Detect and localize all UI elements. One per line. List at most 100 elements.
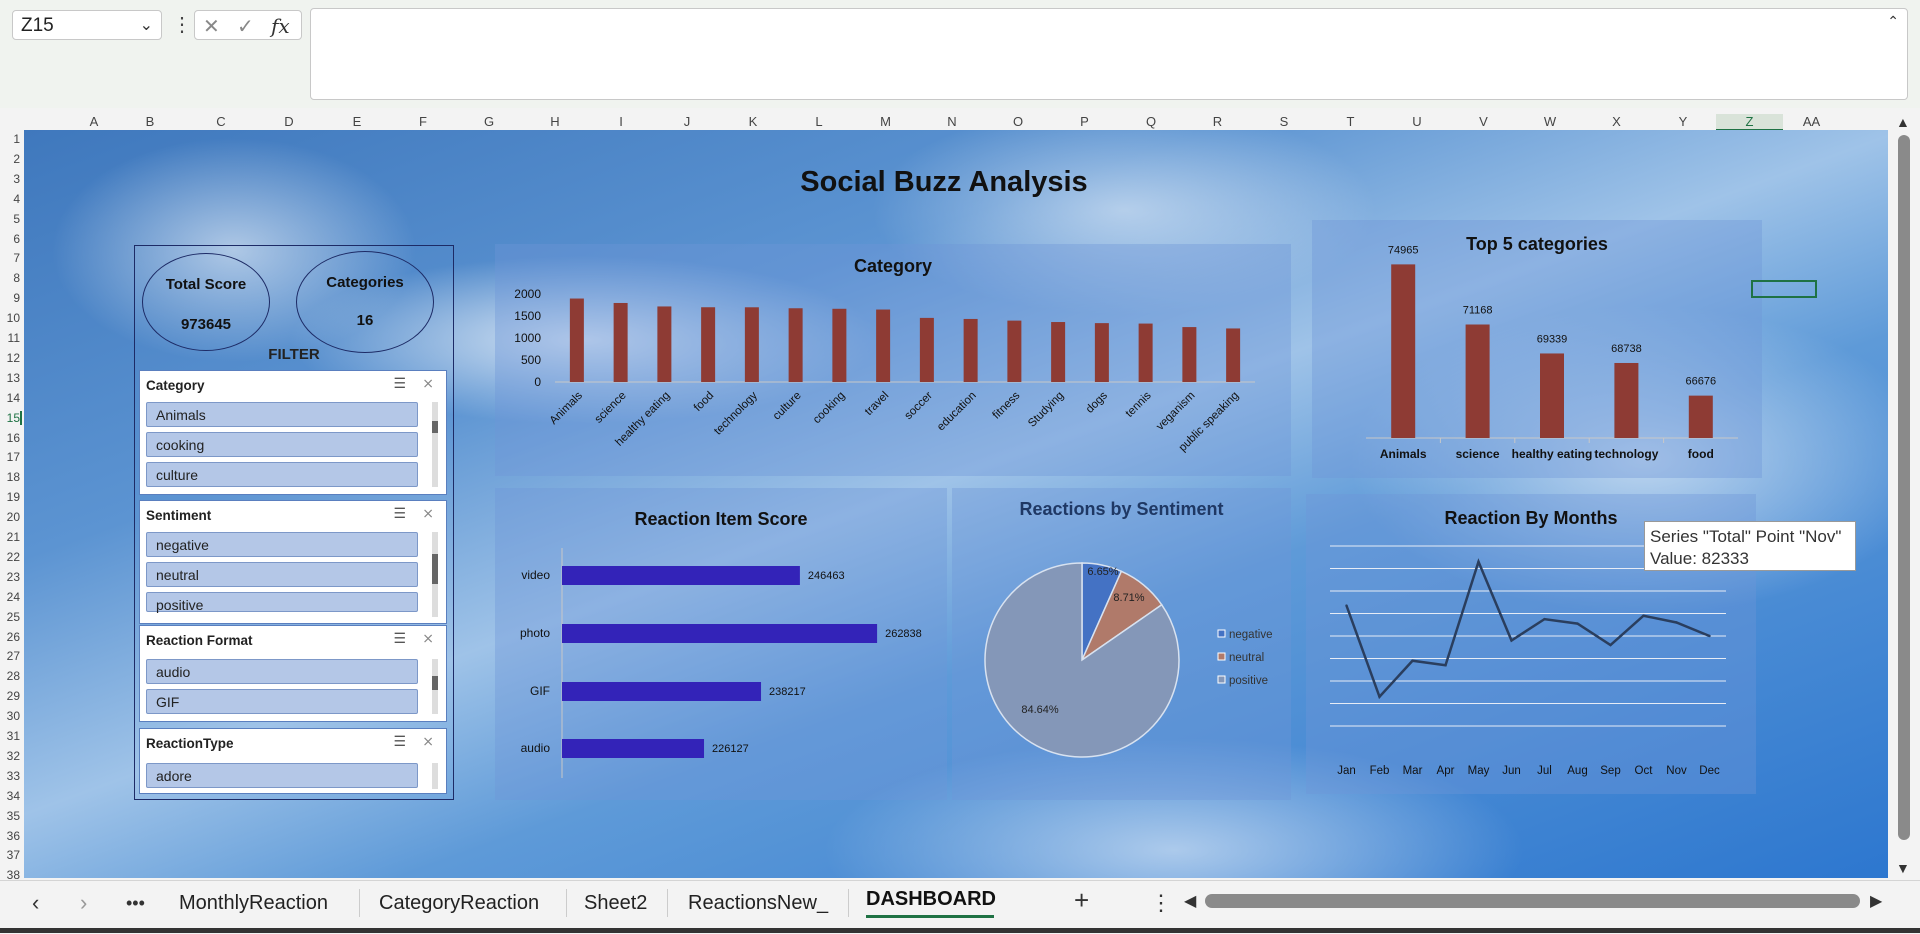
tab-reactions-new[interactable]: ReactionsNew_ [688, 892, 828, 915]
row-header[interactable]: 23 [0, 570, 20, 584]
row-header[interactable]: 18 [0, 470, 20, 484]
sentiment-chart-panel[interactable]: Reactions by Sentiment 6.65% negative 8.71… [952, 488, 1291, 800]
column-header[interactable]: R [1184, 114, 1251, 129]
row-header[interactable]: 7 [0, 251, 20, 265]
category-chart-panel[interactable]: Category 0 500 1000 1500 2000 Animals science h… [495, 244, 1291, 476]
slicer-item[interactable]: negative [146, 532, 418, 557]
row-header[interactable]: 36 [0, 829, 20, 843]
column-header[interactable]: AA [1783, 114, 1840, 129]
column-header[interactable]: W [1517, 114, 1583, 129]
formula-input[interactable]: ⌃ [310, 8, 1908, 100]
column-header[interactable]: C [188, 114, 254, 129]
column-header[interactable]: O [985, 114, 1051, 129]
chevron-right-icon[interactable]: › [80, 890, 87, 916]
row-header[interactable]: 34 [0, 789, 20, 803]
multi-select-icon[interactable]: ☰ [393, 375, 406, 392]
insert-function-icon[interactable]: fx [271, 14, 290, 38]
column-header[interactable]: D [256, 114, 322, 129]
column-header[interactable]: V [1450, 114, 1517, 129]
column-header[interactable]: H [522, 114, 588, 129]
row-header[interactable]: 28 [0, 669, 20, 683]
tab-sheet2[interactable]: Sheet2 [584, 892, 647, 915]
column-header[interactable]: S [1251, 114, 1317, 129]
row-header[interactable]: 27 [0, 649, 20, 663]
row-header[interactable]: 14 [0, 391, 20, 405]
column-header[interactable]: P [1051, 114, 1118, 129]
clear-filter-icon[interactable]: ⨯ [422, 505, 434, 522]
row-header[interactable]: 17 [0, 450, 20, 464]
row-header[interactable]: 35 [0, 809, 20, 823]
row-header[interactable]: 12 [0, 351, 20, 365]
row-header[interactable]: 37 [0, 848, 20, 862]
multi-select-icon[interactable]: ☰ [393, 733, 406, 750]
row-header[interactable]: 15 [0, 410, 22, 425]
slicer-item[interactable]: adore [146, 763, 418, 788]
row-header[interactable]: 4 [0, 192, 20, 206]
reaction-item-chart-panel[interactable]: Reaction Item Score video 246463 photo 2628… [495, 488, 947, 800]
top5-chart-panel[interactable]: Top 5 categories 74965 Animals 71168 scienc… [1312, 220, 1762, 478]
row-header[interactable]: 13 [0, 371, 20, 385]
more-options-icon[interactable]: ⋮ [172, 12, 192, 37]
slicer-item[interactable]: culture [146, 462, 418, 487]
add-sheet-icon[interactable]: + [1074, 885, 1089, 916]
column-header[interactable]: T [1317, 114, 1384, 129]
column-header[interactable]: K [720, 114, 786, 129]
cancel-icon[interactable]: ✕ [203, 14, 220, 39]
row-header[interactable]: 9 [0, 291, 20, 305]
column-header[interactable]: G [456, 114, 522, 129]
slicer-item[interactable]: audio [146, 659, 418, 684]
slicer-item[interactable]: cooking [146, 432, 418, 457]
clear-filter-icon[interactable]: ⨯ [422, 375, 434, 392]
column-header[interactable]: U [1384, 114, 1450, 129]
column-header[interactable]: N [919, 114, 985, 129]
row-header[interactable]: 29 [0, 689, 20, 703]
row-header[interactable]: 26 [0, 630, 20, 644]
row-header[interactable]: 16 [0, 431, 20, 445]
row-header[interactable]: 33 [0, 769, 20, 783]
slicer-scrollbar[interactable] [432, 763, 438, 789]
slicer-scrollbar[interactable] [432, 402, 438, 487]
row-header[interactable]: 20 [0, 510, 20, 524]
vertical-scroll-thumb[interactable] [1898, 135, 1910, 840]
column-header[interactable]: I [588, 114, 654, 129]
row-header[interactable]: 25 [0, 610, 20, 624]
name-box[interactable]: Z15 ⌄ [12, 10, 162, 40]
slicer-item[interactable]: GIF [146, 689, 418, 714]
row-header[interactable]: 22 [0, 550, 20, 564]
slicer-item[interactable]: neutral [146, 562, 418, 587]
column-header[interactable]: J [654, 114, 720, 129]
confirm-icon[interactable]: ✓ [237, 14, 254, 39]
row-header[interactable]: 2 [0, 152, 20, 166]
horizontal-scroll-thumb[interactable] [1205, 894, 1860, 908]
selected-cell[interactable] [1751, 280, 1817, 298]
row-header[interactable]: 3 [0, 172, 20, 186]
row-header[interactable]: 32 [0, 749, 20, 763]
row-header[interactable]: 24 [0, 590, 20, 604]
row-header[interactable]: 8 [0, 271, 20, 285]
slicer-scroll-thumb[interactable] [432, 421, 438, 433]
collapse-formula-icon[interactable]: ⌃ [1887, 13, 1899, 30]
row-header[interactable]: 5 [0, 212, 20, 226]
slicer-item[interactable]: positive [146, 592, 418, 613]
row-header[interactable]: 19 [0, 490, 20, 504]
slicer-item[interactable]: Animals [146, 402, 418, 427]
row-header[interactable]: 21 [0, 530, 20, 544]
column-header[interactable]: B [116, 114, 184, 129]
clear-filter-icon[interactable]: ⨯ [422, 630, 434, 647]
column-header[interactable]: Q [1118, 114, 1184, 129]
clear-filter-icon[interactable]: ⨯ [422, 733, 434, 750]
chevron-down-icon[interactable]: ⌄ [140, 15, 153, 35]
column-header[interactable]: E [324, 114, 390, 129]
column-header[interactable]: F [390, 114, 456, 129]
row-header[interactable]: 10 [0, 311, 20, 325]
column-header[interactable]: L [786, 114, 852, 129]
chevron-left-icon[interactable]: ‹ [32, 890, 39, 916]
multi-select-icon[interactable]: ☰ [393, 630, 406, 647]
row-header[interactable]: 30 [0, 709, 20, 723]
column-header[interactable]: Y [1650, 114, 1716, 129]
slicer-scroll-thumb[interactable] [432, 676, 438, 690]
row-header[interactable]: 6 [0, 232, 20, 246]
column-header[interactable]: X [1583, 114, 1650, 129]
row-header[interactable]: 1 [0, 132, 20, 146]
column-header[interactable]: Z [1716, 114, 1783, 131]
